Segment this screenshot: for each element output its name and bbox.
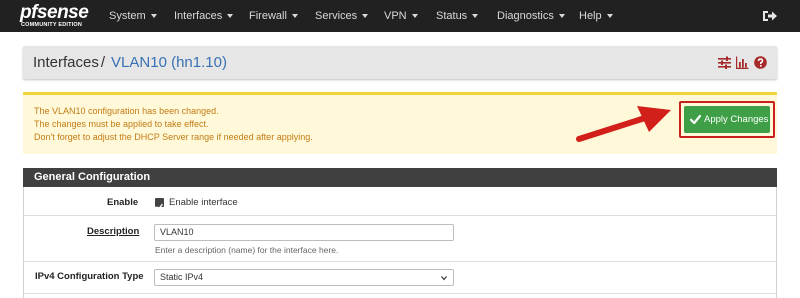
nav-label: Help	[579, 10, 602, 22]
row-divider	[23, 215, 777, 216]
check-icon	[690, 114, 701, 125]
apply-changes-button[interactable]: Apply Changes	[684, 106, 770, 133]
chevron-down-icon	[441, 276, 447, 281]
logo-text: pfsense	[20, 2, 89, 23]
breadcrumb-current[interactable]: VLAN10 (hn1.10)	[111, 54, 227, 71]
nav-diagnostics[interactable]: Diagnostics	[497, 0, 565, 32]
nav-interfaces[interactable]: Interfaces	[174, 0, 234, 32]
pfsense-logo[interactable]: pfsense COMMUNITY EDITION	[20, 3, 92, 31]
sign-out-icon[interactable]	[762, 9, 778, 23]
description-label: Description	[87, 226, 140, 237]
enable-interface-label[interactable]: Enable interface	[169, 197, 238, 208]
enable-label: Enable	[107, 197, 139, 208]
alert-line: The changes must be applied to take effe…	[34, 119, 209, 129]
nav-label: Services	[315, 10, 358, 22]
breadcrumb-root[interactable]: Interfaces	[33, 54, 99, 71]
breadcrumb-separator: /	[100, 54, 106, 71]
panel-title: General Configuration	[23, 168, 777, 187]
caret-down-icon	[150, 14, 157, 19]
caret-down-icon	[558, 14, 565, 19]
nav-label: Firewall	[249, 10, 287, 22]
nav-label: VPN	[384, 10, 407, 22]
caret-down-icon	[291, 14, 298, 19]
description-input[interactable]: VLAN10	[154, 224, 454, 241]
nav-vpn[interactable]: VPN	[384, 0, 418, 32]
alert-line: The VLAN10 configuration has been change…	[34, 106, 219, 116]
apply-changes-label: Apply Changes	[704, 114, 769, 125]
sliders-icon[interactable]	[718, 56, 731, 69]
nav-system[interactable]: System	[109, 0, 157, 32]
ipv4-type-value: Static IPv4	[160, 272, 204, 282]
help-icon[interactable]	[754, 56, 767, 69]
caret-down-icon	[411, 14, 418, 19]
logo-edition: COMMUNITY EDITION	[21, 22, 83, 28]
ipv4-type-select[interactable]: Static IPv4	[154, 269, 454, 286]
nav-label: Status	[436, 10, 468, 22]
page-header: Interfaces / VLAN10 (hn1.10)	[23, 46, 777, 79]
nav-status[interactable]: Status	[436, 0, 479, 32]
row-divider	[23, 261, 777, 262]
description-help-text: Enter a description (name) for the inter…	[155, 245, 339, 255]
nav-services[interactable]: Services	[315, 0, 369, 32]
caret-down-icon	[227, 14, 234, 19]
row-divider	[23, 293, 777, 294]
caret-down-icon	[472, 14, 479, 19]
alert-line: Don't forget to adjust the DHCP Server r…	[34, 132, 313, 142]
nav-label: Diagnostics	[497, 10, 554, 22]
top-navbar: pfsense COMMUNITY EDITION System Interfa…	[0, 0, 800, 32]
check-icon	[156, 203, 164, 210]
nav-firewall[interactable]: Firewall	[249, 0, 298, 32]
annotation-arrow-icon	[576, 106, 671, 142]
caret-down-icon	[362, 14, 369, 19]
nav-label: Interfaces	[174, 10, 223, 22]
nav-label: System	[109, 10, 146, 22]
caret-down-icon	[606, 14, 613, 19]
bar-chart-icon[interactable]	[736, 56, 749, 69]
ipv4-type-label: IPv4 Configuration Type	[35, 271, 144, 282]
enable-checkbox[interactable]	[155, 198, 164, 210]
breadcrumb: Interfaces / VLAN10 (hn1.10)	[33, 46, 227, 79]
nav-help[interactable]: Help	[579, 0, 613, 32]
